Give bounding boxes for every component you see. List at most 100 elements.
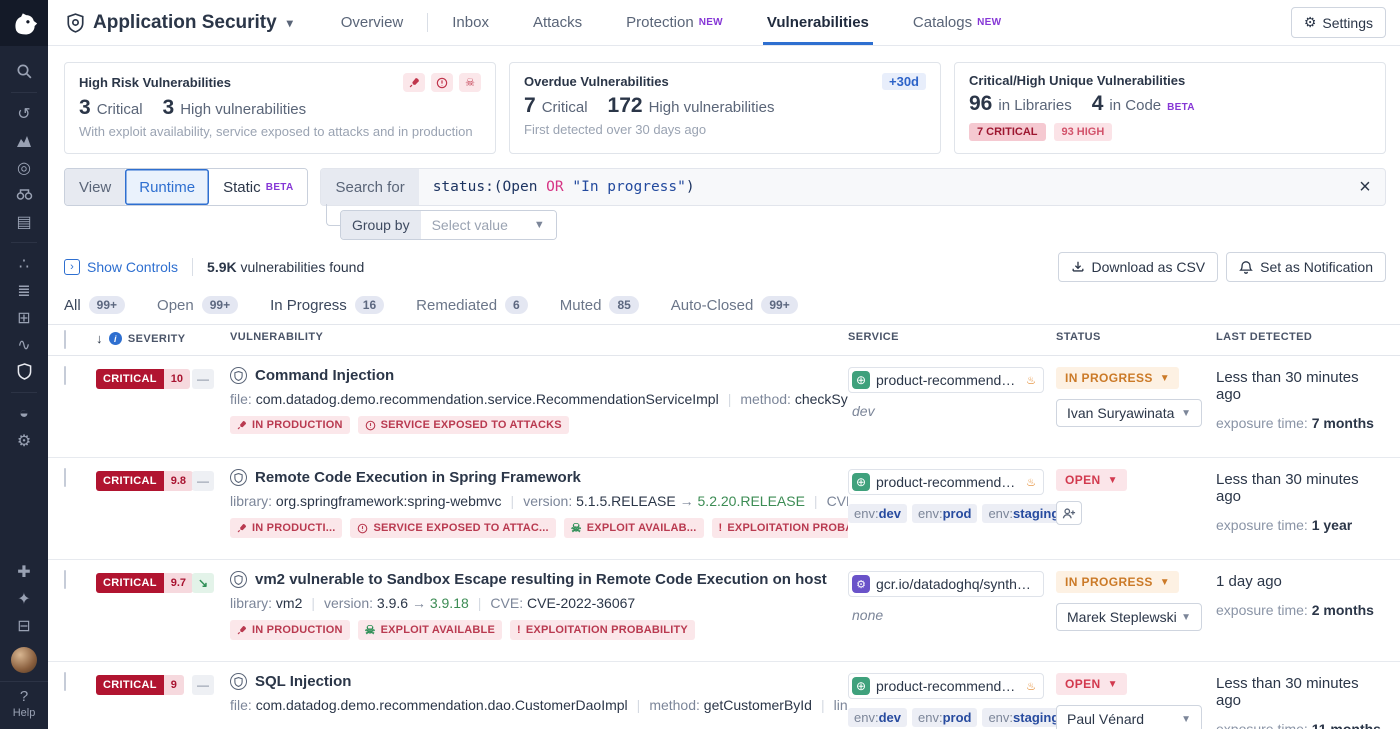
sort-descending-icon[interactable]: ↓ <box>96 331 103 346</box>
show-controls-button[interactable]: › Show Controls <box>64 259 178 275</box>
severity-badge[interactable]: CRITICAL10 <box>96 369 190 389</box>
assignee-select[interactable]: Paul Vénard▼ <box>1056 705 1202 729</box>
vulnerability-title[interactable]: SQL Injection <box>230 673 848 690</box>
recent-history-icon[interactable]: ↺ <box>0 100 48 127</box>
integrations-icon[interactable]: ✚ <box>0 558 48 585</box>
column-service[interactable]: SERVICE <box>848 331 1056 343</box>
apm-icon[interactable] <box>0 181 48 208</box>
service-env: none <box>848 607 1056 623</box>
exposure-time: exposure time: 7 months <box>1216 415 1384 431</box>
count-pill: 6 <box>505 296 528 314</box>
search-query-input[interactable]: status:(Open OR "In progress") <box>419 169 1345 205</box>
user-avatar[interactable] <box>11 647 37 673</box>
status-badge[interactable]: OPEN▼ <box>1056 469 1127 491</box>
card-title: High Risk Vulnerabilities <box>79 75 231 90</box>
download-icon <box>1071 260 1085 274</box>
card-overdue[interactable]: Overdue Vulnerabilities +30d 7 Critical … <box>509 62 941 154</box>
row-checkbox[interactable] <box>64 570 66 589</box>
set-notification-button[interactable]: Set as Notification <box>1226 252 1386 282</box>
env-tag[interactable]: env:staging <box>982 708 1065 727</box>
env-tag[interactable]: env:prod <box>912 504 977 523</box>
watchdog-icon[interactable]: ◎ <box>0 154 48 181</box>
clear-search-icon[interactable]: × <box>1345 169 1385 205</box>
code-count: 4 <box>1092 92 1104 116</box>
assignee-select[interactable]: Ivan Suryawinata▼ <box>1056 399 1202 427</box>
vulnerabilities-table: ↓ i SEVERITY VULNERABILITY SERVICE STATU… <box>48 324 1400 729</box>
status-tab-all[interactable]: All99+ <box>64 296 125 314</box>
view-option-static[interactable]: Static BETA <box>209 169 307 205</box>
column-vulnerability[interactable]: VULNERABILITY <box>230 331 848 343</box>
service-pill[interactable]: ⊕ product-recommendation ♨ <box>848 367 1044 393</box>
status-tab-in-progress[interactable]: In Progress16 <box>270 296 384 314</box>
tab-catalogs[interactable]: CatalogsNEW <box>891 0 1023 45</box>
rum-icon[interactable]: ⊞ <box>0 304 48 331</box>
workspaces-icon[interactable]: ⊟ <box>0 612 48 639</box>
column-status[interactable]: STATUS <box>1056 331 1216 343</box>
traces-icon[interactable]: ≣ <box>0 277 48 304</box>
infrastructure-icon[interactable]: ∴ <box>0 250 48 277</box>
beta-badge: BETA <box>266 182 294 193</box>
column-last-detected[interactable]: LAST DETECTED <box>1216 331 1384 343</box>
exploit-available-badge: ☠EXPLOIT AVAILABLE <box>358 620 502 640</box>
status-tab-remediated[interactable]: Remediated6 <box>416 296 528 314</box>
sidebar-divider <box>11 92 37 93</box>
container-registry-icon: ⚙ <box>852 575 870 593</box>
row-checkbox[interactable] <box>64 366 66 385</box>
exploitation-probability-badge: !EXPLOITATION PROBABILITY <box>510 620 695 640</box>
service-pill[interactable]: ⊕ product-recommendation ♨ <box>848 469 1044 495</box>
search-icon[interactable] <box>0 58 48 85</box>
env-tag[interactable]: env:staging <box>982 504 1065 523</box>
column-severity[interactable]: SEVERITY <box>128 333 186 345</box>
vulnerability-title[interactable]: Remote Code Execution in Spring Framewor… <box>230 469 848 486</box>
help-button[interactable]: ? Help <box>0 681 48 723</box>
high-pill[interactable]: 93 HIGH <box>1054 123 1113 141</box>
service-pill[interactable]: ⊕ product-recommendation ♨ <box>848 673 1044 699</box>
row-checkbox[interactable] <box>64 672 66 691</box>
tab-attacks[interactable]: Attacks <box>511 0 604 45</box>
vulnerability-title[interactable]: vm2 vulnerable to Sandbox Escape resulti… <box>230 571 848 588</box>
row-checkbox[interactable] <box>64 468 66 487</box>
status-tab-auto-closed[interactable]: Auto-Closed99+ <box>671 296 798 314</box>
env-tag[interactable]: env:dev <box>848 708 907 727</box>
tab-inbox[interactable]: Inbox <box>430 0 511 45</box>
monitors-icon[interactable]: ⚙ <box>0 427 48 454</box>
group-by-select[interactable]: Select value ▼ <box>421 211 556 239</box>
vulnerability-meta: file: com.datadog.demo.recommendation.da… <box>230 697 848 713</box>
metrics-icon[interactable] <box>0 127 48 154</box>
status-tab-open[interactable]: Open99+ <box>157 296 238 314</box>
vulnerability-title[interactable]: Command Injection <box>230 367 848 384</box>
card-high-risk[interactable]: High Risk Vulnerabilities ☠ 3 Critical 3… <box>64 62 496 154</box>
env-tag[interactable]: env:dev <box>848 504 907 523</box>
service-globe-icon: ⊕ <box>852 677 870 695</box>
ai-assistant-icon[interactable]: ✦ <box>0 585 48 612</box>
datadog-logo[interactable] <box>0 0 48 46</box>
card-unique-vulns[interactable]: Critical/High Unique Vulnerabilities 96 … <box>954 62 1386 154</box>
select-all-checkbox[interactable] <box>64 330 66 349</box>
service-pill[interactable]: ⚙ gcr.io/datadoghq/synthetics-... <box>848 571 1044 597</box>
status-tab-muted[interactable]: Muted85 <box>560 296 639 314</box>
vulnerability-meta: library: org.springframework:spring-webm… <box>230 493 848 509</box>
env-tags: env:dev env:prod env:staging <box>848 708 1056 727</box>
download-csv-button[interactable]: Download as CSV <box>1058 252 1219 282</box>
severity-badge[interactable]: CRITICAL9 <box>96 675 184 695</box>
tab-protection[interactable]: ProtectionNEW <box>604 0 745 45</box>
tab-vulnerabilities[interactable]: Vulnerabilities <box>745 0 891 45</box>
severity-badge[interactable]: CRITICAL9.8 <box>96 471 193 491</box>
tab-overview[interactable]: Overview <box>319 0 426 45</box>
status-badge[interactable]: IN PROGRESS▼ <box>1056 367 1179 389</box>
dashboards-icon[interactable]: ◒ <box>0 400 48 427</box>
status-badge[interactable]: IN PROGRESS▼ <box>1056 571 1179 593</box>
settings-button[interactable]: ⚙ Settings <box>1291 7 1386 38</box>
info-icon[interactable]: i <box>109 332 122 345</box>
assignee-select[interactable]: Marek Steplewski▼ <box>1056 603 1202 631</box>
severity-badge[interactable]: CRITICAL9.7 <box>96 573 193 593</box>
service-map-icon[interactable]: ∿ <box>0 331 48 358</box>
status-badge[interactable]: OPEN▼ <box>1056 673 1127 695</box>
logs-icon[interactable]: ▤ <box>0 208 48 235</box>
assign-user-button[interactable] <box>1056 501 1082 525</box>
env-tag[interactable]: env:prod <box>912 708 977 727</box>
critical-pill[interactable]: 7 CRITICAL <box>969 123 1046 141</box>
product-switcher[interactable]: Application Security ▾ <box>66 0 293 45</box>
security-shield-icon[interactable] <box>0 358 48 385</box>
view-option-runtime[interactable]: Runtime <box>125 169 209 205</box>
